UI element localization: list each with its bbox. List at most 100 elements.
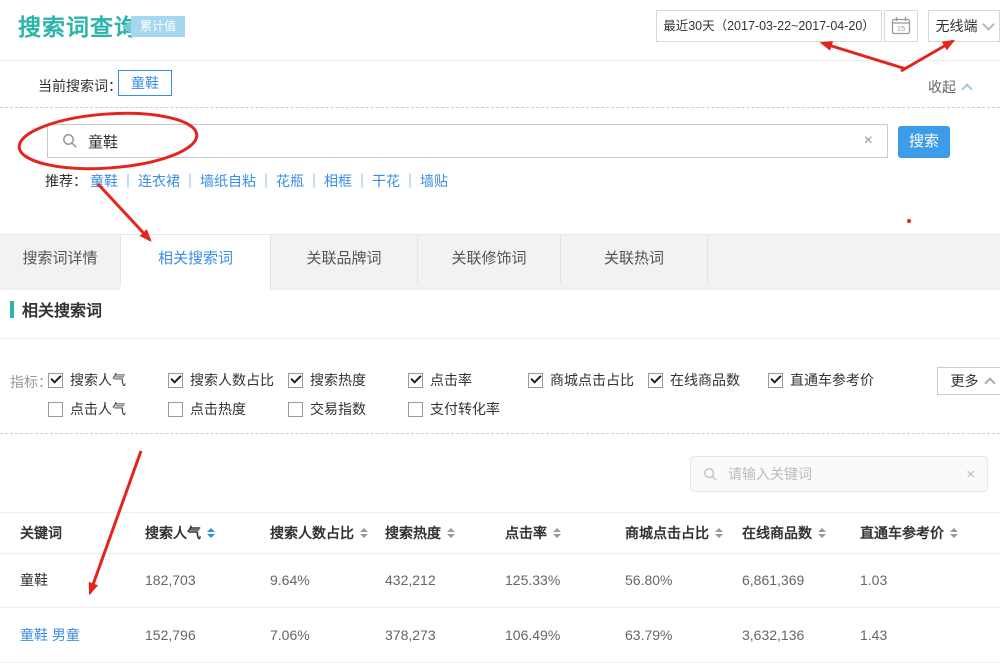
- section-header: 相关搜索词: [10, 297, 102, 321]
- checkbox-checked-icon: [768, 373, 783, 388]
- more-label: 更多: [951, 371, 979, 391]
- column-header-search-heat[interactable]: 搜索热度: [385, 523, 505, 543]
- more-metrics-button[interactable]: 更多: [937, 367, 1000, 395]
- badge-label: 累计值: [131, 16, 185, 37]
- search-input[interactable]: [78, 132, 864, 151]
- section-divider: [0, 338, 1000, 339]
- recommend-link[interactable]: 墙贴: [420, 171, 448, 191]
- cell-search-popularity: 152,796: [145, 627, 270, 643]
- table-header-row: 关键词 搜索人气 搜索人数占比 搜索热度 点击率 商城点击占比 在线商品数 直通…: [0, 512, 1000, 554]
- clear-filter-icon[interactable]: ×: [966, 467, 975, 482]
- tabbar-filler: [708, 235, 1000, 283]
- collapse-toggle[interactable]: 收起: [928, 77, 971, 97]
- metric-checkbox-click-heat[interactable]: 点击热度: [168, 399, 246, 419]
- sort-icon: [207, 528, 215, 538]
- tab-search-term-detail[interactable]: 搜索词详情: [0, 235, 121, 283]
- recommend-link[interactable]: 连衣裙: [138, 171, 180, 191]
- cell-online-products: 3,632,136: [742, 627, 860, 643]
- tab-related-hot-terms[interactable]: 关联热词: [561, 235, 708, 283]
- date-range-selector[interactable]: 最近30天（2017-03-22~2017-04-20）: [656, 10, 882, 42]
- terminal-dropdown-label: 无线端: [936, 16, 978, 36]
- calendar-button[interactable]: 15: [884, 10, 918, 42]
- terminal-dropdown[interactable]: 无线端: [928, 10, 1000, 42]
- separator: ｜: [307, 171, 321, 191]
- cell-keyword: 童鞋: [0, 570, 145, 590]
- column-header-search-popularity[interactable]: 搜索人气: [145, 523, 270, 543]
- column-header-keyword: 关键词: [0, 523, 145, 543]
- column-header-mall-click-ratio[interactable]: 商城点击占比: [625, 523, 742, 543]
- search-icon: [62, 133, 78, 149]
- column-header-ztc-ref-price[interactable]: 直通车参考价: [860, 523, 1000, 543]
- cell-search-heat: 378,273: [385, 627, 505, 643]
- cell-search-heat: 432,212: [385, 572, 505, 588]
- separator: ｜: [183, 171, 197, 191]
- metric-checkbox-search-popularity[interactable]: 搜索人气: [48, 370, 126, 390]
- cell-ztc-ref-price: 1.03: [860, 572, 1000, 588]
- metric-checkbox-mall-click-ratio[interactable]: 商城点击占比: [528, 370, 634, 390]
- keyword-filter-input[interactable]: [726, 465, 958, 483]
- metric-checkbox-trade-index[interactable]: 交易指数: [288, 399, 366, 419]
- search-button[interactable]: 搜索: [898, 126, 950, 158]
- cumulative-value-badge: 累计值: [122, 16, 185, 37]
- cell-search-popularity: 182,703: [145, 572, 270, 588]
- tab-related-modifier-terms[interactable]: 关联修饰词: [418, 235, 561, 283]
- checkbox-unchecked-icon: [48, 402, 63, 417]
- collapse-label: 收起: [928, 77, 956, 97]
- section-accent-bar: [10, 301, 14, 318]
- annotation-arrow-terminal: [901, 41, 953, 71]
- column-header-searcher-ratio[interactable]: 搜索人数占比: [270, 523, 385, 543]
- recommend-link[interactable]: 相框: [324, 171, 352, 191]
- recommend-label: 推荐：: [45, 171, 87, 191]
- chevron-up-icon: [961, 83, 972, 94]
- badge-arrow-left: [122, 21, 131, 33]
- metric-checkbox-pay-conversion[interactable]: 支付转化率: [408, 399, 500, 419]
- recommend-link[interactable]: 童鞋: [90, 171, 118, 191]
- recommend-link[interactable]: 墙纸自粘: [200, 171, 256, 191]
- recommend-row: 推荐： 童鞋｜ 连衣裙｜ 墙纸自粘｜ 花瓶｜ 相框｜ 干花｜ 墙贴: [45, 171, 451, 191]
- sort-icon: [553, 528, 561, 538]
- cell-click-rate: 125.33%: [505, 572, 625, 588]
- checkbox-unchecked-icon: [408, 402, 423, 417]
- tab-related-brand-terms[interactable]: 关联品牌词: [271, 235, 418, 283]
- metric-checkbox-click-rate[interactable]: 点击率: [408, 370, 472, 390]
- metric-checkbox-searcher-ratio[interactable]: 搜索人数占比: [168, 370, 274, 390]
- cell-keyword-link[interactable]: 童鞋 男童: [0, 625, 145, 645]
- table-row: 童鞋 男童 152,796 7.06% 378,273 106.49% 63.7…: [0, 607, 1000, 663]
- cell-searcher-ratio: 9.64%: [270, 572, 385, 588]
- separator: ｜: [259, 171, 273, 191]
- checkbox-unchecked-icon: [168, 402, 183, 417]
- recommend-link[interactable]: 花瓶: [276, 171, 304, 191]
- metric-checkbox-online-products[interactable]: 在线商品数: [648, 370, 740, 390]
- sort-icon: [950, 528, 958, 538]
- search-input-box[interactable]: ×: [47, 124, 888, 158]
- recommend-link[interactable]: 干花: [372, 171, 400, 191]
- annotation-arrow-related-tab: [98, 184, 150, 240]
- column-header-online-products[interactable]: 在线商品数: [742, 523, 860, 543]
- calendar-icon: 15: [891, 16, 911, 36]
- table-row: 童鞋 182,703 9.64% 432,212 125.33% 56.80% …: [0, 552, 1000, 608]
- clear-search-icon[interactable]: ×: [864, 133, 873, 149]
- dashed-divider-top: [0, 107, 1000, 108]
- separator: ｜: [403, 171, 417, 191]
- cell-mall-click-ratio: 56.80%: [625, 572, 742, 588]
- cell-searcher-ratio: 7.06%: [270, 627, 385, 643]
- metric-checkbox-ztc-ref-price[interactable]: 直通车参考价: [768, 370, 874, 390]
- cell-mall-click-ratio: 63.79%: [625, 627, 742, 643]
- page-title: 搜索词查询: [18, 8, 138, 42]
- checkbox-checked-icon: [48, 373, 63, 388]
- annotation-arrow-date-range: [822, 43, 906, 69]
- section-title: 相关搜索词: [22, 297, 102, 321]
- keyword-filter-box[interactable]: ×: [690, 456, 988, 492]
- checkbox-checked-icon: [648, 373, 663, 388]
- metric-checkbox-click-popularity[interactable]: 点击人气: [48, 399, 126, 419]
- column-header-click-rate[interactable]: 点击率: [505, 523, 625, 543]
- separator: ｜: [355, 171, 369, 191]
- metric-checkbox-search-heat[interactable]: 搜索热度: [288, 370, 366, 390]
- cell-ztc-ref-price: 1.43: [860, 627, 1000, 643]
- checkbox-checked-icon: [408, 373, 423, 388]
- cell-online-products: 6,861,369: [742, 572, 860, 588]
- separator: ｜: [121, 171, 135, 191]
- current-term-button[interactable]: 童鞋: [118, 70, 172, 96]
- tab-related-search-terms[interactable]: 相关搜索词: [121, 235, 271, 290]
- chevron-up-icon: [984, 377, 995, 388]
